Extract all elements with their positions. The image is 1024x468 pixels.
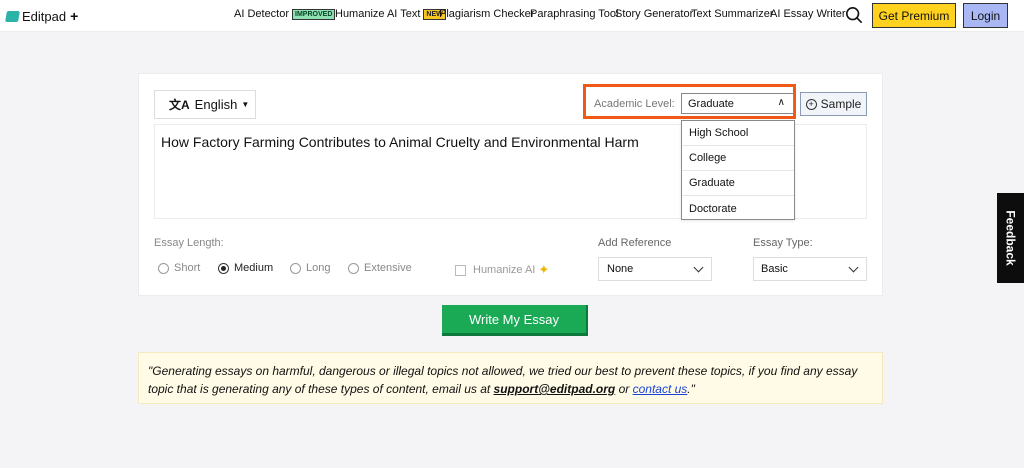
option-graduate[interactable]: Graduate: [682, 171, 794, 196]
nav-label: Story Generator: [615, 8, 694, 20]
radio-label: Extensive: [364, 262, 412, 274]
essay-type-select[interactable]: Basic: [753, 257, 867, 281]
nav-story-generator[interactable]: Story Generator: [615, 8, 693, 20]
sample-label: Sample: [820, 97, 862, 111]
feedback-label: Feedback: [1003, 210, 1018, 266]
chevron-down-icon: [693, 262, 704, 273]
sample-button[interactable]: + Sample: [800, 92, 867, 116]
nav-humanize-ai-text[interactable]: Humanize AI Text NEW: [335, 8, 446, 20]
essay-length-label: Essay Length:: [154, 237, 224, 249]
nav-label: AI Essay Writer: [770, 8, 846, 20]
top-header: Editpad + AI Detector IMPROVED Humanize A…: [0, 0, 1024, 32]
add-reference-label: Add Reference: [598, 237, 672, 249]
topic-text: How Factory Farming Contributes to Anima…: [161, 134, 639, 150]
radio-checked-icon: [218, 262, 229, 274]
humanize-ai-checkbox[interactable]: Humanize AI ✦: [455, 262, 549, 278]
contact-us-link[interactable]: contact us: [633, 382, 688, 396]
nav-label: Paraphrasing Tool: [530, 8, 619, 20]
feedback-tab[interactable]: Feedback: [997, 193, 1024, 283]
nav-paraphrasing-tool[interactable]: Paraphrasing Tool: [530, 8, 618, 20]
length-short-radio[interactable]: Short: [158, 262, 200, 274]
logo-icon: [5, 10, 20, 22]
length-medium-radio[interactable]: Medium: [218, 262, 273, 274]
logo[interactable]: Editpad +: [5, 8, 78, 24]
nav-label: Plagiarism Checker: [439, 8, 535, 20]
radio-icon: [290, 262, 301, 274]
write-my-essay-button[interactable]: Write My Essay: [442, 305, 588, 336]
nav-plagiarism-checker[interactable]: Plagiarism Checker: [439, 8, 534, 20]
option-doctorate[interactable]: Doctorate: [682, 196, 794, 221]
nav-ai-detector[interactable]: AI Detector IMPROVED: [234, 8, 336, 20]
radio-label: Long: [306, 262, 331, 274]
essay-type-value: Basic: [761, 263, 788, 275]
option-high-school[interactable]: High School: [682, 121, 794, 146]
nav-label: AI Detector: [234, 8, 290, 20]
nav-label: Text Summarizer: [691, 8, 774, 20]
humanize-label: Humanize AI: [473, 264, 536, 276]
translate-icon: 文A: [169, 98, 190, 112]
improved-badge: IMPROVED: [292, 9, 336, 20]
logo-text: Editpad: [22, 8, 67, 24]
sparkle-icon: ✦: [538, 262, 550, 277]
academic-level-value: Graduate: [688, 97, 734, 110]
length-long-radio[interactable]: Long: [290, 262, 330, 274]
notice-text: .": [687, 382, 695, 396]
radio-icon: [348, 262, 359, 274]
get-premium-button[interactable]: Get Premium: [872, 3, 956, 28]
content-policy-notice: "Generating essays on harmful, dangerous…: [138, 352, 883, 404]
login-button[interactable]: Login: [963, 3, 1008, 28]
academic-level-dropdown: High School College Graduate Doctorate: [681, 120, 795, 220]
academic-level-label: Academic Level:: [594, 98, 675, 110]
nav-label: Humanize AI Text: [335, 8, 421, 20]
language-selector[interactable]: 文A English ▼: [154, 90, 256, 119]
radio-label: Medium: [234, 262, 274, 274]
nav-text-summarizer[interactable]: Text Summarizer: [691, 8, 774, 20]
radio-label: Short: [174, 262, 201, 274]
academic-level-select[interactable]: Graduate ∧: [681, 93, 794, 114]
language-value: English: [194, 97, 238, 112]
reference-value: None: [607, 263, 634, 275]
checkbox-icon: [455, 264, 466, 276]
caret-down-icon: ▼: [241, 100, 250, 109]
add-reference-select[interactable]: None: [598, 257, 712, 281]
radio-icon: [158, 262, 169, 274]
nav-ai-essay-writer[interactable]: AI Essay Writer: [770, 8, 846, 20]
plus-icon[interactable]: +: [70, 8, 78, 24]
essay-type-label: Essay Type:: [753, 237, 813, 249]
search-icon[interactable]: [845, 6, 863, 24]
notice-text: or: [615, 382, 633, 396]
option-college[interactable]: College: [682, 146, 794, 171]
support-email-link[interactable]: support@editpad.org: [494, 382, 616, 396]
plus-circle-icon: +: [805, 98, 817, 110]
chevron-up-icon: ∧: [777, 97, 785, 108]
chevron-down-icon: [848, 262, 859, 273]
length-extensive-radio[interactable]: Extensive: [348, 262, 412, 274]
